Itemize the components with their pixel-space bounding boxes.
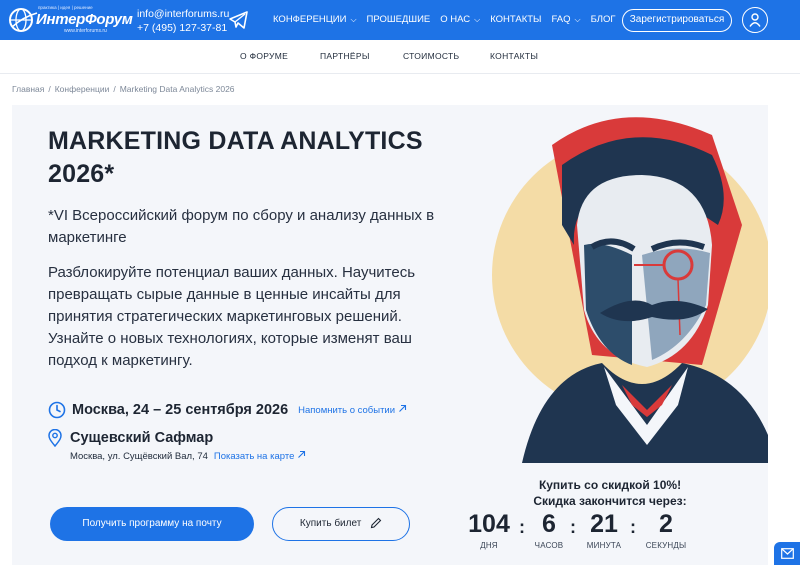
- nav-item-3[interactable]: КОНТАКТЫ: [490, 14, 541, 25]
- show-map-label: Показать на карте: [213, 451, 295, 462]
- breadcrumb-separator: /: [113, 84, 116, 94]
- telegram-icon[interactable]: [229, 11, 249, 29]
- top-bar: практика | идея | решение ИнтерФорум www…: [0, 0, 800, 40]
- nav-item-2[interactable]: О НАС ⌵: [440, 14, 480, 25]
- show-map-link[interactable]: Показать на карте: [214, 450, 306, 462]
- mail-icon: [781, 548, 794, 559]
- page-title: MARKETING DATA ANALYTICS 2026*: [48, 125, 478, 191]
- nav-item-4[interactable]: FAQ ⌵: [551, 14, 580, 25]
- subnav-contacts[interactable]: КОНТАКТЫ: [490, 51, 538, 61]
- breadcrumb: Главная / Конференции / Marketing Data Analy…: [12, 84, 235, 94]
- buy-ticket-button[interactable]: Купить билет: [272, 507, 410, 541]
- subnav-about[interactable]: О ФОРУМЕ: [240, 51, 288, 61]
- speaker-illustration: [492, 117, 768, 463]
- globe-logo-icon: [9, 8, 38, 32]
- nav-item-label: О НАС: [440, 14, 471, 25]
- breadcrumb-current: Marketing Data Analytics 2026: [119, 84, 235, 94]
- arrow-up-right-icon: [398, 404, 406, 412]
- get-program-button[interactable]: Получить программу на почту: [50, 507, 254, 541]
- chat-widget-button[interactable]: [774, 542, 800, 565]
- email-link[interactable]: info@interforums.ru: [137, 7, 229, 21]
- remind-link[interactable]: Напомнить о событии: [298, 404, 407, 416]
- venue-row: Сущевский Сафмар: [48, 427, 213, 449]
- logo-brand: ИнтерФорум: [36, 11, 133, 28]
- countdown-seconds-value: 2: [659, 510, 673, 538]
- user-icon: [749, 13, 761, 27]
- arrow-up-right-icon: [298, 450, 306, 458]
- chevron-down-icon: ⌵: [574, 15, 581, 24]
- countdown-timer: 104 ДНЯ : 6 ЧАСОВ : 21 МИНУТА : 2 СЕКУНД…: [464, 509, 704, 559]
- header-contacts: info@interforums.ru +7 (495) 127-37-81: [137, 7, 229, 35]
- countdown-minutes-value: 21: [590, 510, 618, 538]
- countdown-minutes: 21 МИНУТА: [582, 509, 626, 550]
- subnav-pricing[interactable]: СТОИМОСТЬ: [403, 51, 459, 61]
- promo-line-2: Скидка закончится через:: [533, 494, 687, 508]
- nav-item-5[interactable]: БЛОГ: [591, 14, 616, 25]
- countdown-hours-value: 6: [542, 510, 556, 538]
- phone-link[interactable]: +7 (495) 127-37-81: [137, 21, 229, 35]
- logo-tagline: практика | идея | решение: [38, 5, 93, 10]
- promo-line-1: Купить со скидкой 10%!: [538, 478, 682, 492]
- nav-item-label: КОНФЕРЕНЦИИ: [273, 14, 347, 25]
- countdown-separator: :: [519, 517, 525, 537]
- account-button[interactable]: [742, 7, 768, 33]
- countdown-seconds: 2 СЕКУНДЫ: [642, 509, 690, 550]
- logo-site: www.interforums.ru: [64, 28, 107, 34]
- clock-icon: [48, 401, 66, 419]
- title-line-1: MARKETING DATA ANALYTICS: [48, 127, 423, 155]
- breadcrumb-home[interactable]: Главная: [12, 84, 44, 94]
- chevron-down-icon: ⌵: [474, 15, 481, 24]
- countdown-hours-label: ЧАСОВ: [534, 541, 564, 550]
- countdown-minutes-label: МИНУТА: [586, 541, 622, 550]
- forum-description: Разблокируйте потенциал ваших данных. На…: [48, 264, 416, 369]
- register-button[interactable]: Зарегистрироваться: [622, 9, 732, 32]
- countdown-days: 104 ДНЯ: [464, 509, 514, 550]
- countdown-days-label: ДНЯ: [480, 541, 498, 550]
- main-nav: КОНФЕРЕНЦИИ ⌵ ПРОШЕДШИЕ О НАС ⌵ КОНТАКТЫ FAQ ⌵ Б…: [273, 14, 616, 25]
- forum-subtitle: *VI Всероссийский форум по сбору и анали…: [48, 207, 435, 246]
- nav-item-0[interactable]: КОНФЕРЕНЦИИ ⌵: [273, 14, 357, 25]
- logo[interactable]: практика | идея | решение ИнтерФорум www…: [8, 5, 133, 35]
- forum-subnav: О ФОРУМЕ ПАРТНЁРЫ СТОИМОСТЬ КОНТАКТЫ: [0, 40, 800, 74]
- nav-item-label: КОНТАКТЫ: [490, 14, 542, 25]
- countdown-separator: :: [570, 517, 576, 537]
- event-date: Москва, 24 – 25 сентября 2026: [72, 402, 289, 418]
- countdown-seconds-label: СЕКУНДЫ: [645, 541, 687, 550]
- countdown-days-value: 104: [468, 510, 510, 538]
- location-pin-icon: [48, 429, 62, 447]
- subnav-partners[interactable]: ПАРТНЁРЫ: [320, 51, 370, 61]
- breadcrumb-separator: /: [48, 84, 51, 94]
- nav-item-label: ПРОШЕДШИЕ: [366, 14, 431, 25]
- nav-item-label: БЛОГ: [590, 14, 616, 25]
- discount-promo: Купить со скидкой 10%! Скидка закончится…: [452, 477, 768, 509]
- nav-item-label: FAQ: [551, 14, 571, 25]
- countdown-separator: :: [630, 517, 636, 537]
- title-line-2: 2026*: [48, 160, 115, 188]
- buy-ticket-label: Купить билет: [299, 518, 362, 529]
- breadcrumb-conferences[interactable]: Конференции: [55, 84, 110, 94]
- event-date-row: Москва, 24 – 25 сентября 2026 Напомнить …: [48, 399, 407, 421]
- chevron-down-icon: ⌵: [350, 15, 357, 24]
- remind-link-label: Напомнить о событии: [298, 405, 396, 416]
- pencil-icon: [370, 518, 382, 529]
- nav-item-1[interactable]: ПРОШЕДШИЕ: [367, 14, 431, 25]
- venue-address: Москва, ул. Сущёвский Вал, 74: [70, 450, 208, 462]
- hero-section: MARKETING DATA ANALYTICS 2026* *VI Всеро…: [12, 105, 768, 565]
- venue-address-row: Москва, ул. Сущёвский Вал, 74 Показать н…: [70, 450, 306, 462]
- countdown-hours: 6 ЧАСОВ: [534, 509, 564, 550]
- venue-name: Сущевский Сафмар: [70, 430, 214, 446]
